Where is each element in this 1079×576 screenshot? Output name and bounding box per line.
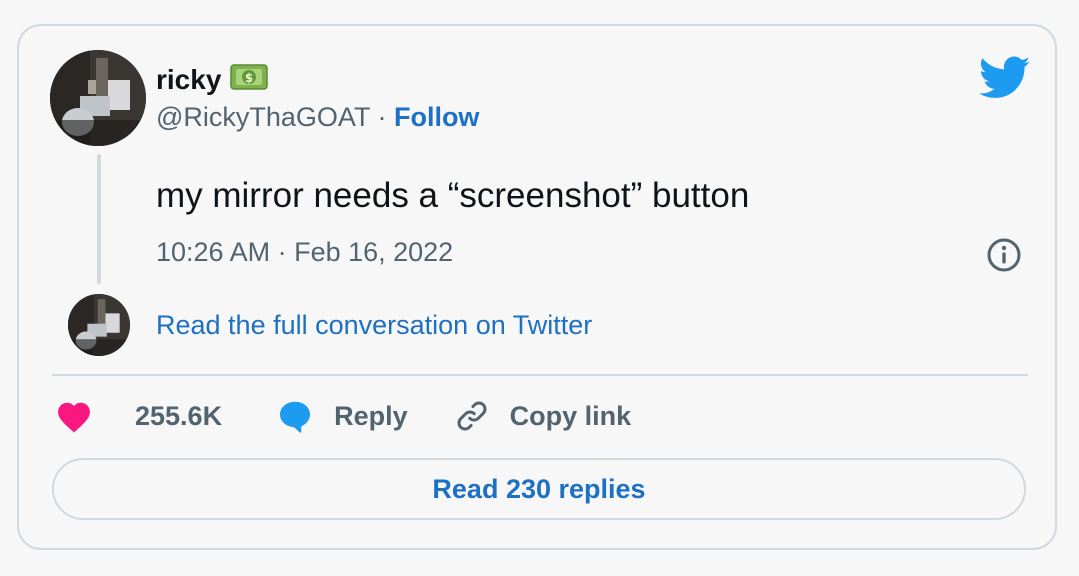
author-avatar[interactable] [50, 50, 146, 146]
handle-row: @RickyThaGOAT · Follow [156, 102, 479, 133]
tweet-card: ricky $ @RickyThaGOAT · Follow my mirror… [17, 24, 1057, 550]
copy-link-label: Copy link [509, 400, 632, 431]
like-button[interactable]: 255.6K [55, 399, 222, 433]
thread-line [97, 154, 101, 284]
follow-link[interactable]: Follow [394, 102, 479, 132]
reply-label: Reply [334, 400, 408, 431]
link-icon [454, 398, 490, 434]
tweet-text: my mirror needs a “screenshot” button [156, 176, 750, 215]
handle-separator: · [369, 102, 394, 132]
read-replies-button[interactable]: Read 230 replies [52, 458, 1026, 520]
author-name[interactable]: ricky [156, 64, 221, 96]
like-count: 255.6K [135, 400, 223, 431]
svg-text:$: $ [245, 71, 253, 85]
twitter-bird-icon[interactable] [978, 56, 1031, 105]
read-replies-label: Read 230 replies [432, 473, 646, 504]
author-handle[interactable]: @RickyThaGOAT [156, 102, 370, 132]
author-avatar-small[interactable] [68, 294, 130, 356]
copy-link-button[interactable]: Copy link [454, 398, 632, 434]
heart-icon [55, 399, 93, 433]
money-with-wings-emoji: $ [230, 62, 269, 97]
speech-bubble-icon [276, 398, 314, 434]
reply-button[interactable]: Reply [276, 398, 408, 434]
author-name-row: ricky $ [156, 62, 269, 97]
info-icon[interactable] [986, 237, 1022, 278]
read-conversation-link[interactable]: Read the full conversation on Twitter [156, 310, 592, 341]
action-bar: 255.6K Reply Copy link [55, 398, 631, 434]
divider [52, 374, 1028, 376]
tweet-timestamp[interactable]: 10:26 AM · Feb 16, 2022 [156, 237, 453, 268]
